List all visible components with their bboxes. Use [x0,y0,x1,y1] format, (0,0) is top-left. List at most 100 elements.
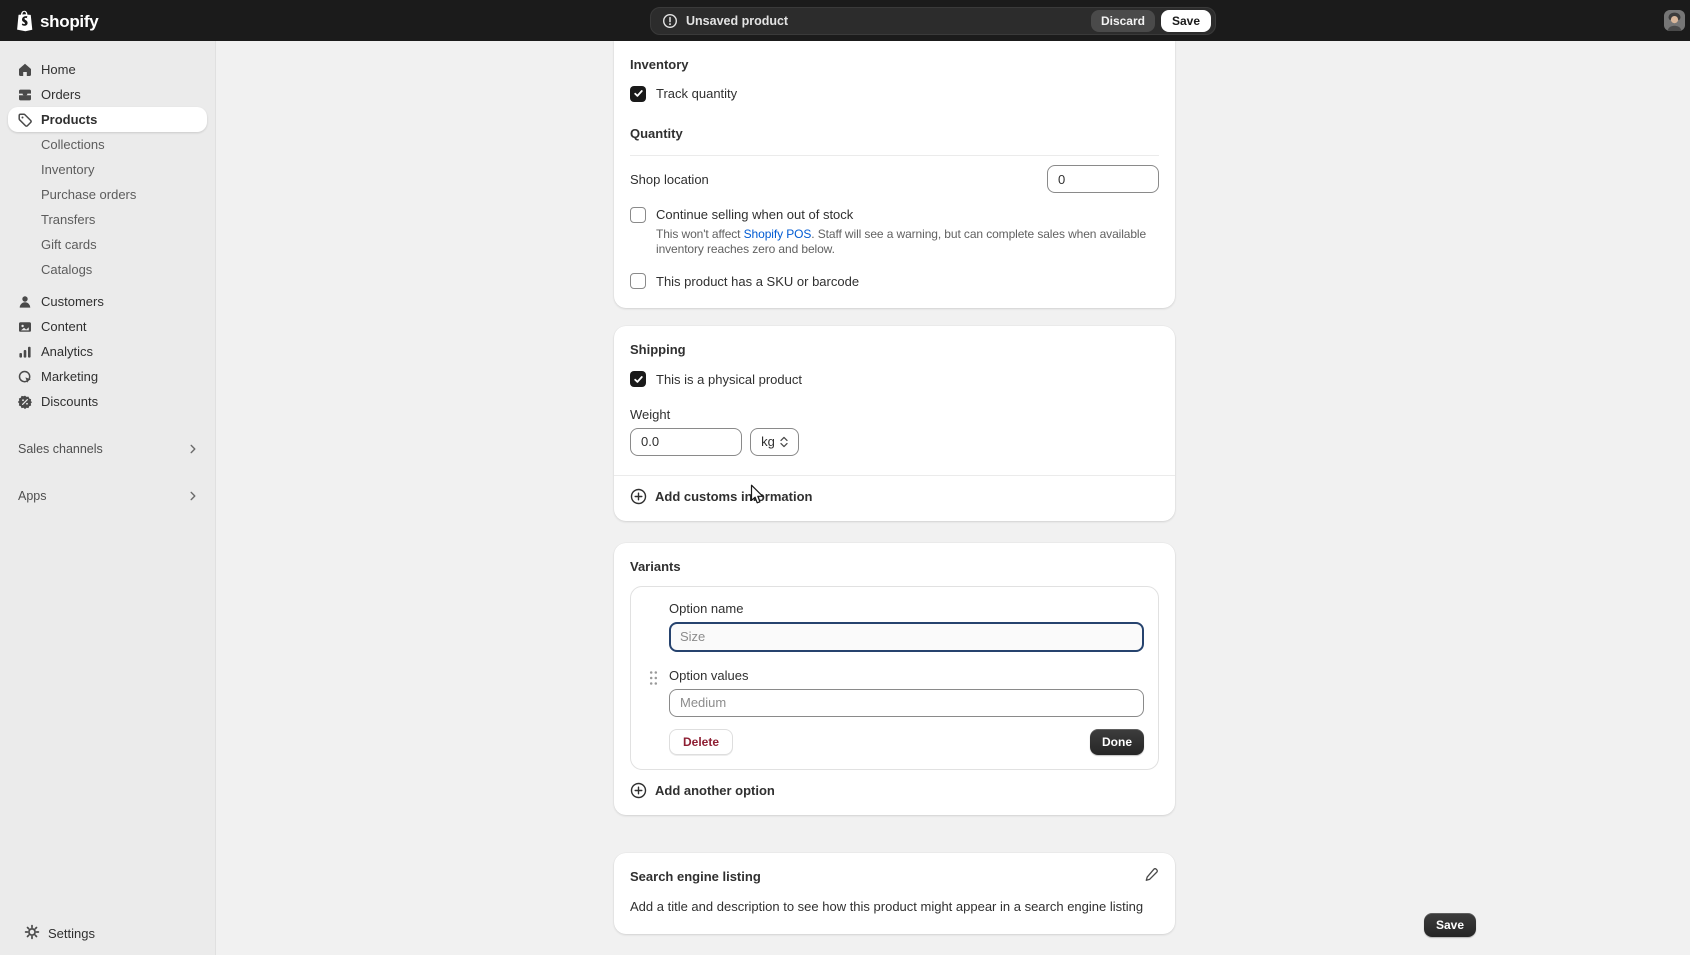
physical-product-label: This is a physical product [656,371,802,388]
sidebar-item-label: Products [41,112,97,127]
unsaved-changes-bar: Unsaved product Discard Save [650,7,1216,35]
shipping-card: Shipping This is a physical product Weig… [614,326,1175,521]
plus-circle-icon [630,488,647,505]
chevron-right-icon [187,490,199,502]
save-button-bottom[interactable]: Save [1424,913,1476,937]
variants-card: Variants Option name Option values Delet… [614,543,1175,815]
content-icon [16,318,33,335]
edit-seo-button[interactable] [1143,867,1159,886]
discard-button[interactable]: Discard [1091,10,1155,32]
weight-label: Weight [630,407,1159,422]
sidebar-item-label: Home [41,62,76,77]
seo-description: Add a title and description to see how t… [630,899,1159,914]
alert-circle-icon [662,13,678,29]
physical-product-checkbox[interactable] [630,371,646,387]
customers-icon [16,293,33,310]
weight-unit-select[interactable]: kg [750,428,799,456]
add-customs-button[interactable]: Add customs information [630,488,1159,507]
variant-option-editor: Option name Option values Delete Done [630,586,1159,770]
sidebar-item-label: Orders [41,87,81,102]
add-customs-label: Add customs information [655,489,812,504]
done-option-button[interactable]: Done [1090,729,1144,755]
tag-icon [16,111,33,128]
sidebar-item-gift-cards[interactable]: Gift cards [8,232,207,257]
option-values-input[interactable] [669,689,1144,717]
orders-icon [16,86,33,103]
option-name-label: Option name [669,601,1144,616]
save-button-topbar[interactable]: Save [1161,10,1211,32]
sidebar-item-transfers[interactable]: Transfers [8,207,207,232]
shopify-logo[interactable]: shopify [14,9,98,35]
option-name-input[interactable] [669,622,1144,652]
sidebar: Home Orders Products Collections Invento… [0,41,216,955]
continue-selling-label: Continue selling when out of stock [656,206,853,223]
sidebar-item-content[interactable]: Content [8,314,207,339]
helper-text: This won't affect [656,227,744,241]
inventory-card-title: Inventory [630,57,1159,72]
continue-selling-checkbox[interactable] [630,207,646,223]
divider [614,475,1175,476]
sidebar-item-marketing[interactable]: Marketing [8,364,207,389]
pencil-icon [1143,867,1159,883]
divider [630,155,1159,156]
option-values-label: Option values [669,668,1144,683]
sidebar-item-orders[interactable]: Orders [8,82,207,107]
drag-handle[interactable] [637,601,669,755]
weight-unit-value: kg [761,434,775,449]
sidebar-item-home[interactable]: Home [8,57,207,82]
sidebar-item-label: Gift cards [41,237,97,252]
sidebar-item-purchase-orders[interactable]: Purchase orders [8,182,207,207]
shopify-wordmark: shopify [40,12,98,32]
shop-location-quantity-input[interactable] [1047,165,1159,193]
sidebar-item-label: Collections [41,137,105,152]
sidebar-item-label: Purchase orders [41,187,136,202]
sidebar-section-sales-channels[interactable]: Sales channels [8,436,207,461]
sidebar-item-analytics[interactable]: Analytics [8,339,207,364]
seo-card: Search engine listing Add a title and de… [614,853,1175,934]
track-quantity-label: Track quantity [656,85,737,102]
sidebar-item-label: Transfers [41,212,95,227]
sidebar-item-label: Content [41,319,87,334]
sidebar-item-inventory[interactable]: Inventory [8,157,207,182]
inventory-card: Inventory Track quantity Quantity Shop l… [614,41,1175,308]
sidebar-item-collections[interactable]: Collections [8,132,207,157]
sidebar-item-label: Customers [41,294,104,309]
sidebar-item-label: Catalogs [41,262,92,277]
analytics-icon [16,343,33,360]
sidebar-item-settings[interactable]: Settings [8,920,207,946]
select-caret-icon [780,436,788,448]
shopify-bag-icon [14,9,35,35]
section-label: Apps [18,489,47,503]
marketing-icon [16,368,33,385]
user-avatar[interactable] [1664,10,1685,31]
sidebar-item-label: Marketing [41,369,98,384]
gear-icon [24,924,40,943]
home-icon [16,61,33,78]
sidebar-item-label: Inventory [41,162,94,177]
seo-card-title: Search engine listing [630,869,761,884]
sidebar-item-discounts[interactable]: Discounts [8,389,207,414]
settings-label: Settings [48,926,95,941]
variants-card-title: Variants [630,559,1159,574]
quantity-subtitle: Quantity [630,126,1159,141]
track-quantity-checkbox[interactable] [630,86,646,102]
shop-location-label: Shop location [630,172,709,187]
plus-circle-icon [630,782,647,799]
weight-input[interactable] [630,428,742,456]
unsaved-status-text: Unsaved product [686,14,788,28]
continue-selling-helper: This won't affect Shopify POS. Staff wil… [656,227,1156,258]
sidebar-item-label: Discounts [41,394,98,409]
section-label: Sales channels [18,442,103,456]
sidebar-item-label: Analytics [41,344,93,359]
sidebar-item-customers[interactable]: Customers [8,289,207,314]
discounts-icon [16,393,33,410]
sidebar-section-apps[interactable]: Apps [8,483,207,508]
shopify-pos-link[interactable]: Shopify POS [744,227,812,241]
sku-barcode-label: This product has a SKU or barcode [656,273,859,290]
sidebar-item-products[interactable]: Products [8,107,207,132]
sidebar-item-catalogs[interactable]: Catalogs [8,257,207,282]
shipping-card-title: Shipping [630,342,1159,357]
add-another-option-button[interactable]: Add another option [630,781,1159,799]
delete-option-button[interactable]: Delete [669,729,733,755]
sku-barcode-checkbox[interactable] [630,273,646,289]
